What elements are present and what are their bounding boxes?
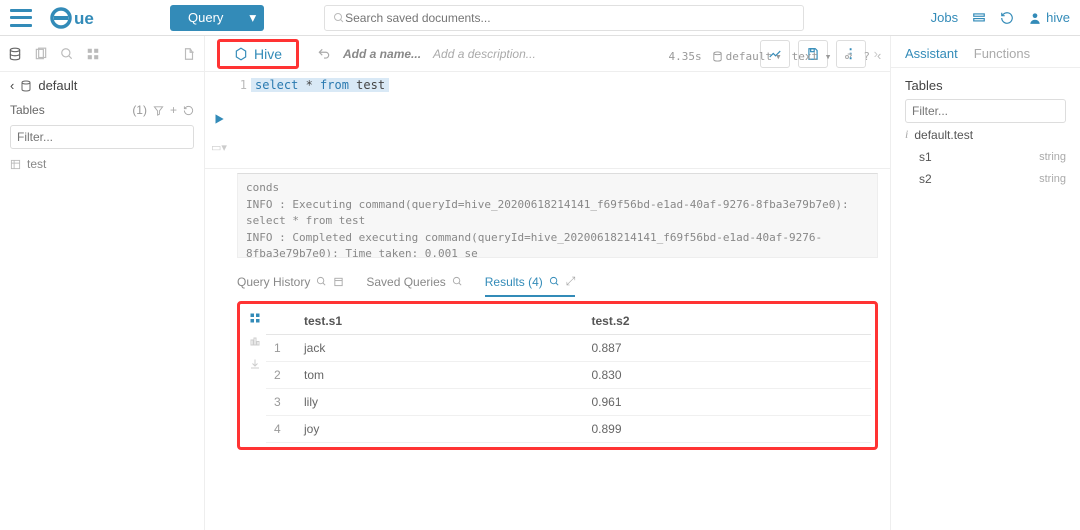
- apps-icon[interactable]: [86, 47, 100, 61]
- log-line: INFO : Completed executing command(query…: [246, 230, 869, 259]
- search-icon: [333, 12, 345, 24]
- sql-line: select * from test: [251, 78, 389, 92]
- results-table: test.s1 test.s2 1jack0.887 2tom0.830 3li…: [266, 308, 871, 443]
- snippet-menu-icon[interactable]: ▭▾: [211, 141, 227, 154]
- hive-icon: [234, 47, 248, 61]
- tables-label: Tables: [10, 103, 45, 117]
- jobs-link[interactable]: Jobs: [931, 10, 958, 25]
- tab-saved-queries[interactable]: Saved Queries: [366, 275, 462, 297]
- assistant-column[interactable]: s2string: [905, 168, 1066, 190]
- col-index[interactable]: [266, 308, 296, 335]
- left-icon-bar: [0, 36, 204, 72]
- assistant-filter-input[interactable]: [905, 99, 1066, 123]
- collapse-right-icon[interactable]: ‹: [877, 48, 881, 63]
- tables-header: Tables (1) +: [0, 99, 204, 121]
- engine-selector[interactable]: Hive: [217, 39, 299, 69]
- filter-icon[interactable]: [153, 105, 164, 116]
- global-search[interactable]: [324, 5, 804, 31]
- table-row[interactable]: 1jack0.887: [266, 335, 871, 362]
- query-time: 4.35s: [669, 50, 702, 63]
- chart-view-icon[interactable]: [249, 335, 261, 350]
- table-icon: [10, 159, 21, 170]
- tab-functions[interactable]: Functions: [974, 46, 1030, 61]
- menu-icon[interactable]: [10, 9, 32, 27]
- log-line: conds: [246, 180, 869, 197]
- hue-logo[interactable]: ue: [50, 7, 120, 29]
- db-select[interactable]: default ▾: [712, 50, 782, 63]
- download-icon[interactable]: [249, 358, 261, 373]
- user-label: hive: [1046, 10, 1070, 25]
- svg-text:ue: ue: [74, 9, 94, 28]
- sql-editor[interactable]: 4.35s default ▾ text ▾ ? 1 select * from…: [233, 72, 890, 168]
- log-line: INFO : Executing command(queryId=hive_20…: [246, 197, 869, 230]
- db-name: default: [38, 78, 77, 93]
- db-breadcrumb[interactable]: ‹ default: [0, 72, 204, 99]
- line-number: 1: [233, 78, 251, 92]
- tables-count: (1): [132, 103, 147, 117]
- engine-label: Hive: [254, 46, 282, 62]
- table-list-item[interactable]: test: [0, 153, 204, 175]
- settings-icon[interactable]: [841, 51, 853, 63]
- tab-assistant[interactable]: Assistant: [905, 46, 958, 61]
- right-panel: ‹ Assistant Functions Tables i default.t…: [890, 36, 1080, 530]
- query-button[interactable]: Query: [170, 5, 241, 31]
- left-filter-input[interactable]: [10, 125, 194, 149]
- database-icon: [20, 80, 32, 92]
- result-tabs: Query History Saved Queries Results (4) …: [205, 268, 890, 297]
- top-right-links: Jobs hive: [931, 10, 1070, 25]
- assistant-table-item[interactable]: i default.test: [905, 123, 1066, 146]
- add-table-icon[interactable]: +: [170, 103, 177, 117]
- new-doc-icon[interactable]: [182, 47, 196, 61]
- assistant-tables-header: Tables: [905, 78, 1066, 93]
- table-name: test: [27, 157, 46, 171]
- history-icon[interactable]: [1000, 11, 1014, 25]
- top-bar: ue Query ▾ Jobs hive: [0, 0, 1080, 36]
- tab-results[interactable]: Results (4) ⤢: [485, 274, 576, 297]
- chevron-left-icon: ‹: [10, 78, 14, 93]
- global-search-input[interactable]: [345, 11, 795, 25]
- query-button-group: Query ▾: [170, 5, 264, 31]
- table-row[interactable]: 4joy0.899: [266, 416, 871, 443]
- results-panel: test.s1 test.s2 1jack0.887 2tom0.830 3li…: [237, 301, 878, 450]
- user-menu[interactable]: hive: [1028, 10, 1070, 25]
- query-dropdown[interactable]: ▾: [241, 5, 264, 31]
- query-log: conds INFO : Executing command(queryId=h…: [237, 173, 878, 258]
- tab-query-history[interactable]: Query History: [237, 275, 344, 297]
- table-row[interactable]: 3lily0.961: [266, 389, 871, 416]
- query-desc-input[interactable]: Add a description...: [433, 47, 536, 61]
- expand-results-icon[interactable]: ⤢: [566, 274, 576, 289]
- refresh-tables-icon[interactable]: [183, 105, 194, 116]
- table-row[interactable]: 2tom0.830: [266, 362, 871, 389]
- center-panel: Hive Add a name... Add a description... …: [205, 36, 890, 530]
- format-select[interactable]: text ▾: [792, 50, 832, 63]
- run-button[interactable]: [212, 112, 226, 129]
- query-name-input[interactable]: Add a name...: [343, 47, 421, 61]
- left-panel: ‹ default Tables (1) + test: [0, 36, 205, 530]
- info-icon: i: [905, 127, 908, 142]
- user-icon: [1028, 11, 1042, 25]
- grid-view-icon[interactable]: [249, 312, 261, 327]
- search-left-icon[interactable]: [60, 47, 74, 61]
- jobs-icon[interactable]: [972, 11, 986, 25]
- help-icon[interactable]: ?: [863, 50, 870, 63]
- files-icon[interactable]: [34, 47, 48, 61]
- db-icon[interactable]: [8, 47, 22, 61]
- col-header[interactable]: test.s2: [584, 308, 872, 335]
- col-header[interactable]: test.s1: [296, 308, 584, 335]
- assistant-column[interactable]: s1string: [905, 146, 1066, 168]
- undo-icon[interactable]: [317, 47, 331, 61]
